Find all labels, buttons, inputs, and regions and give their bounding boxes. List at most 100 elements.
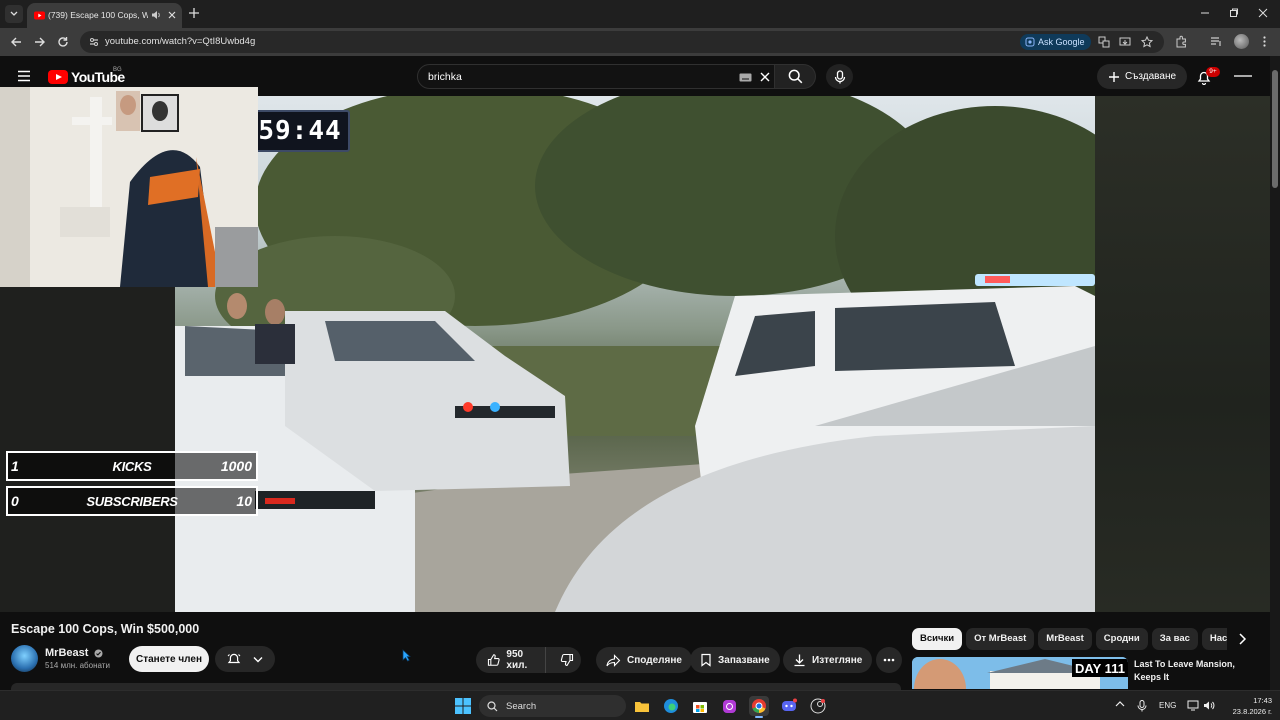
minimize-icon[interactable] [1198, 6, 1212, 20]
edge-browser-icon[interactable] [661, 696, 681, 716]
notification-count-badge: 9+ [1206, 67, 1220, 77]
download-icon [794, 654, 805, 667]
subscribers-stat-row: 0 SUBSCRIBERS 10 [6, 486, 258, 516]
close-window-icon[interactable] [1256, 6, 1270, 20]
video-title: Escape 100 Cops, Win $500,000 [11, 622, 200, 636]
youtube-play-icon [48, 70, 68, 84]
webcam-scene [0, 87, 258, 287]
search-input[interactable]: brichka [417, 64, 775, 89]
browser-profile-avatar[interactable] [1234, 34, 1249, 49]
account-avatar[interactable] [1233, 70, 1253, 82]
tray-overflow-chevron-icon[interactable] [1115, 700, 1125, 708]
like-button[interactable]: 950 хил. [476, 647, 546, 673]
more-actions-button[interactable] [876, 647, 902, 673]
chip-from-channel[interactable]: От MrBeast [966, 628, 1035, 650]
reload-icon[interactable] [56, 35, 70, 49]
hamburger-menu-icon[interactable] [17, 70, 31, 82]
voice-search-button[interactable] [826, 64, 853, 89]
recommended-video-thumbnail[interactable]: DAY 111 [912, 657, 1128, 689]
chip-for-you[interactable]: За вас [1151, 628, 1198, 650]
share-label: Споделяне [627, 654, 682, 666]
thumbs-up-icon [487, 654, 500, 666]
ask-google-label: Ask Google [1038, 37, 1085, 47]
subscribers-goal: 10 [236, 493, 252, 509]
discord-icon[interactable] [779, 696, 799, 716]
plus-icon [1108, 71, 1119, 82]
join-button[interactable]: Станете член [129, 646, 209, 672]
system-clock[interactable]: 17:43 23.8.2026 г. [1222, 695, 1272, 717]
volume-icon[interactable] [1203, 700, 1215, 711]
tray-microphone-icon[interactable] [1137, 700, 1147, 712]
site-settings-icon[interactable] [88, 36, 100, 48]
chevron-down-icon [253, 656, 263, 662]
steam-icon[interactable] [808, 696, 828, 716]
windows-taskbar: Search ENG 17:43 23.8.2026 г. [0, 690, 1280, 720]
subscribers-label: SUBSCRIBERS [86, 494, 178, 509]
extensions-icon[interactable] [1175, 35, 1188, 48]
mouse-cursor-icon [402, 649, 411, 662]
browser-tab-bar: (739) Escape 100 Cops, Win $500,000 - Yo… [0, 0, 1280, 28]
file-explorer-icon[interactable] [632, 696, 652, 716]
browser-tab-active[interactable]: (739) Escape 100 Cops, Win $500,000 - Yo… [27, 3, 182, 28]
chip-all[interactable]: Всички [912, 628, 963, 650]
taskbar-search[interactable]: Search [479, 695, 626, 717]
kicks-goal: 1000 [220, 458, 252, 474]
recommended-video-title[interactable]: Last To Leave Mansion, Keeps It [1134, 658, 1244, 684]
create-label: Създаване [1124, 71, 1177, 82]
create-button[interactable]: Създаване [1097, 64, 1187, 89]
bookmark-icon [701, 653, 711, 667]
subscribed-notifications-button[interactable] [215, 646, 275, 672]
keyboard-icon[interactable] [739, 73, 752, 82]
download-label: Изтегляне [812, 654, 863, 666]
countdown-timer: 59:44 [250, 110, 350, 152]
restore-icon[interactable] [1227, 6, 1241, 20]
chrome-browser-icon[interactable] [749, 696, 769, 718]
bookmark-star-icon[interactable] [1141, 36, 1153, 48]
kicks-label: KICKS [112, 459, 152, 474]
input-language[interactable]: ENG [1159, 701, 1176, 710]
search-query: brichka [428, 71, 462, 83]
video-frame[interactable] [175, 96, 1095, 612]
instagram-app-icon[interactable] [719, 696, 739, 716]
save-label: Запазване [718, 654, 770, 666]
ask-google-button[interactable]: Ask Google [1020, 34, 1091, 50]
save-button[interactable]: Запазване [690, 647, 780, 673]
address-bar[interactable]: youtube.com/watch?v=QtI8Uwbd4g Ask Googl… [80, 31, 1164, 53]
media-control-icon[interactable] [1210, 35, 1223, 48]
chip-recently-uploaded[interactable]: Наскоро качени [1201, 628, 1227, 650]
audio-playing-icon[interactable] [150, 9, 162, 21]
windows-start-icon[interactable] [455, 698, 471, 714]
chip-related[interactable]: Сродни [1095, 628, 1148, 650]
google-lens-icon [1025, 37, 1035, 47]
subscriber-count: 514 млн. абонати [45, 661, 110, 670]
microsoft-store-icon[interactable] [690, 696, 710, 716]
download-button[interactable]: Изтегляне [783, 647, 873, 673]
browser-menu-icon[interactable] [1258, 35, 1271, 48]
clear-search-icon[interactable] [759, 71, 771, 83]
youtube-favicon-icon [34, 11, 45, 20]
more-horizontal-icon [883, 658, 895, 662]
network-icon[interactable] [1187, 700, 1199, 711]
share-button[interactable]: Споделяне [596, 647, 692, 673]
translate-icon[interactable] [1098, 36, 1110, 48]
new-tab-icon[interactable] [187, 6, 201, 20]
chip-channel[interactable]: MrBeast [1038, 628, 1092, 650]
close-tab-icon[interactable] [166, 9, 178, 21]
forward-arrow-icon[interactable] [33, 35, 47, 49]
install-app-icon[interactable] [1119, 36, 1131, 48]
share-arrow-icon [606, 653, 621, 667]
channel-avatar[interactable] [11, 645, 38, 672]
thumbnail-scene: DAY 111 [912, 657, 1128, 689]
channel-name[interactable]: MrBeast [45, 647, 88, 659]
url-text: youtube.com/watch?v=QtI8Uwbd4g [105, 36, 256, 47]
channel-name-row[interactable]: MrBeast [45, 647, 103, 659]
search-button[interactable] [775, 64, 816, 89]
search-icon [487, 700, 498, 711]
back-arrow-icon[interactable] [9, 35, 23, 49]
like-count: 950 хил. [506, 649, 528, 671]
chevron-right-icon[interactable] [1236, 632, 1248, 646]
tab-search-button[interactable] [5, 5, 23, 23]
related-filter-chips: ВсичкиОт MrBeastMrBeastСродниЗа васНаско… [912, 628, 1227, 650]
dislike-button[interactable] [552, 647, 581, 673]
page-scrollbar-thumb[interactable] [1272, 70, 1278, 188]
